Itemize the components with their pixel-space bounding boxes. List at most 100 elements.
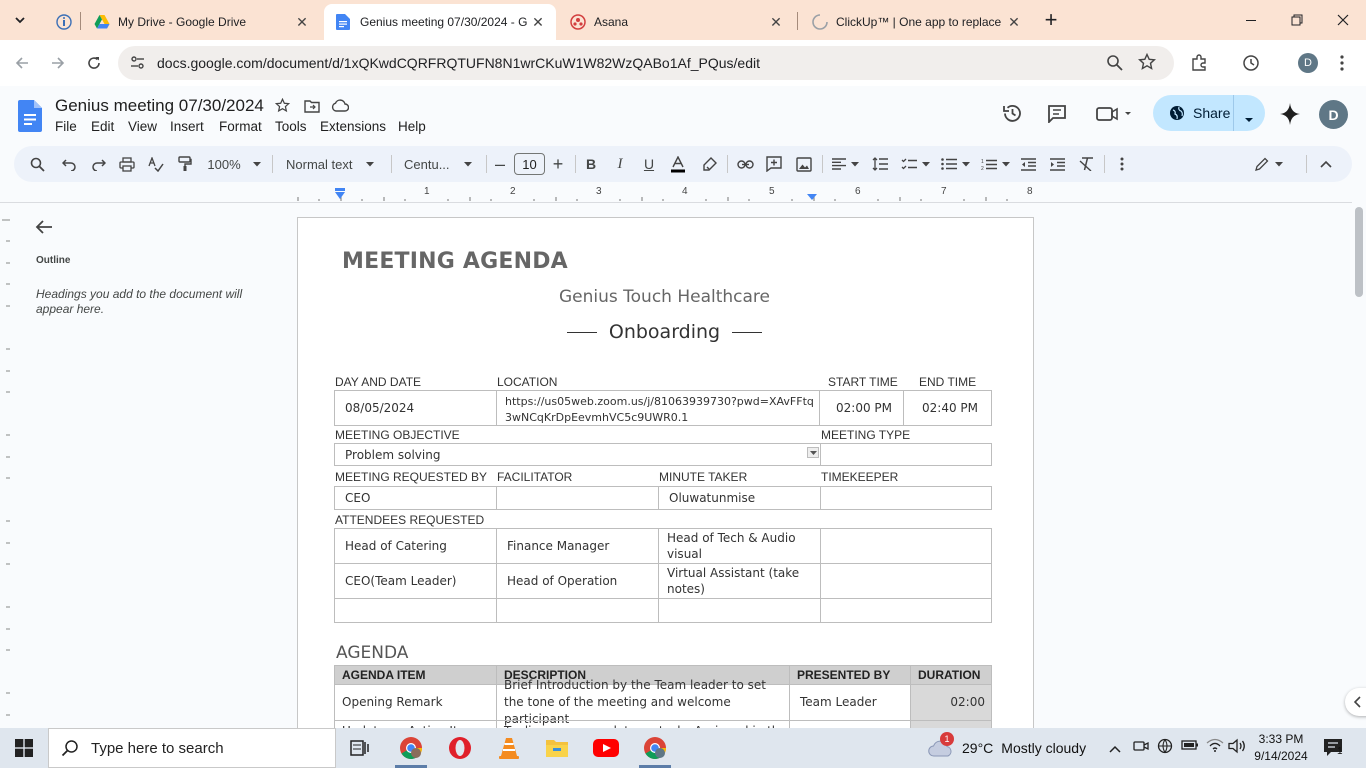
dropdown-chip-chevron-icon[interactable] [807,447,819,458]
gemini-sparkle-icon[interactable] [1280,103,1300,125]
zoom-icon[interactable] [1106,54,1124,75]
share-options-chevron-icon[interactable] [1244,110,1254,126]
close-tab-icon[interactable]: ✕ [292,14,312,31]
menu-tools[interactable]: Tools [275,119,307,134]
address-bar[interactable]: docs.google.com/document/d/1xQKwdCQRFRQT… [118,46,1174,80]
line-spacing-icon[interactable] [869,146,891,182]
bookmark-star-icon[interactable] [1137,52,1157,74]
attendee-cell[interactable] [820,598,992,623]
minute-taker-cell[interactable]: Oluwatunmise [658,486,821,510]
tab-google-drive[interactable]: My Drive - Google Drive ✕ [82,4,320,40]
windows-start-icon[interactable] [0,728,48,768]
bold-icon[interactable]: B [580,146,602,182]
start-time-cell[interactable]: 02:00 PM [819,390,904,426]
editing-mode-select[interactable] [1252,146,1286,182]
more-options-icon[interactable] [1112,146,1132,182]
close-tab-icon[interactable]: ✕ [766,14,786,31]
menu-format[interactable]: Format [219,119,262,134]
numbered-list-select[interactable]: 12 [978,146,1012,182]
requested-by-cell[interactable]: CEO [334,486,497,510]
agenda-item-cell[interactable]: Opening Remark [334,684,497,721]
task-view-icon[interactable] [336,728,384,768]
attendee-cell[interactable]: Head of Operation [496,563,659,599]
docs-home-icon[interactable] [18,100,42,135]
menu-extensions[interactable]: Extensions [320,119,386,134]
menu-help[interactable]: Help [398,119,426,134]
location-link-cell[interactable]: https://us05web.zoom.us/j/81063939730?pw… [496,390,820,426]
youtube-taskbar-icon[interactable] [582,728,630,768]
tab-clickup[interactable]: ClickUp™ | One app to replace t ✕ [800,4,1032,40]
italic-icon[interactable]: I [609,146,631,182]
attendee-cell[interactable] [496,598,659,623]
reload-icon[interactable] [81,50,107,76]
system-clock[interactable]: 3:33 PM 9/14/2024 [1248,731,1314,765]
paint-format-icon[interactable] [174,146,196,182]
volume-icon[interactable] [1228,738,1246,757]
text-color-icon[interactable] [667,146,689,182]
opera-taskbar-icon[interactable] [436,728,484,768]
file-explorer-taskbar-icon[interactable] [533,728,581,768]
agenda-duration-cell[interactable]: 02:00 [910,684,992,721]
tab-genius-meeting-doc[interactable]: Genius meeting 07/30/2024 - G ✕ [324,4,556,40]
forward-arrow-icon[interactable] [45,50,71,76]
menu-edit[interactable]: Edit [91,119,114,134]
decrease-font-size-icon[interactable]: – [492,146,508,182]
close-tab-icon[interactable]: ✕ [1004,14,1024,31]
site-info-icon[interactable] [129,54,146,74]
weather-widget[interactable]: 1 29°C Mostly cloudy [928,728,1086,768]
collapse-menus-chevron-icon[interactable] [1314,146,1338,182]
document-scrollbar[interactable] [1352,203,1366,726]
horizontal-ruler[interactable]: 1 2 3 4 5 6 7 8 [296,186,1038,202]
vlc-taskbar-icon[interactable] [485,728,533,768]
zoom-select[interactable]: 100% [204,146,264,182]
meet-now-icon[interactable] [1133,738,1149,757]
restore-window-icon[interactable] [1274,0,1320,40]
new-tab-icon[interactable]: + [1038,7,1064,33]
attendee-cell[interactable]: CEO(Team Leader) [334,563,497,599]
insert-image-icon[interactable] [793,146,815,182]
attendee-cell[interactable] [820,528,992,564]
bulleted-list-select[interactable] [938,146,972,182]
browser-menu-icon[interactable] [1329,50,1355,76]
agenda-description-cell[interactable]: Brief Introduction by the Team leader to… [496,678,790,726]
facilitator-cell[interactable] [496,486,659,510]
paragraph-style-select[interactable]: Normal text [280,146,380,182]
share-button[interactable]: Share [1153,95,1265,131]
tab-asana[interactable]: Asana ✕ [558,4,794,40]
cloud-saved-icon[interactable] [331,99,349,113]
date-cell[interactable]: 08/05/2024 [334,390,497,426]
extensions-icon[interactable] [1186,50,1212,76]
notification-center-icon[interactable]: 1 [1323,737,1345,762]
highlight-color-icon[interactable] [698,146,720,182]
menu-file[interactable]: File [55,119,77,134]
move-folder-icon[interactable] [304,99,320,113]
add-comment-icon[interactable] [763,146,785,182]
insert-link-icon[interactable] [734,146,756,182]
wifi-icon[interactable] [1206,738,1224,755]
clear-formatting-icon[interactable] [1075,146,1097,182]
attendee-cell[interactable]: Head of Tech & Audio visual [658,528,821,564]
minimize-window-icon[interactable] [1228,0,1274,40]
attendee-cell[interactable]: Head of Catering [334,528,497,564]
decrease-indent-icon[interactable] [1017,146,1039,182]
taskbar-search-input[interactable]: Type here to search [48,728,336,768]
search-menus-icon[interactable] [26,146,48,182]
meet-video-icon[interactable] [1096,105,1132,121]
tab-search-chevron-icon[interactable] [7,7,33,33]
underline-icon[interactable]: U [638,146,660,182]
close-outline-arrow-icon[interactable] [35,218,53,241]
increase-indent-icon[interactable] [1046,146,1068,182]
attendee-cell[interactable] [334,598,497,623]
undo-icon[interactable] [58,146,80,182]
font-size-input[interactable]: 10 [514,153,545,175]
increase-font-size-icon[interactable]: + [550,146,566,182]
objective-cell[interactable]: Problem solving [334,443,821,466]
side-panel-toggle-chevron-icon[interactable] [1345,688,1366,716]
checklist-select[interactable] [898,146,932,182]
chrome-taskbar-icon[interactable] [387,728,435,768]
end-time-cell[interactable]: 02:40 PM [903,390,992,426]
spellcheck-icon[interactable] [145,146,167,182]
profile-avatar[interactable]: D [1295,50,1321,76]
chrome-profile-taskbar-icon[interactable] [631,728,679,768]
close-window-icon[interactable] [1320,0,1366,40]
